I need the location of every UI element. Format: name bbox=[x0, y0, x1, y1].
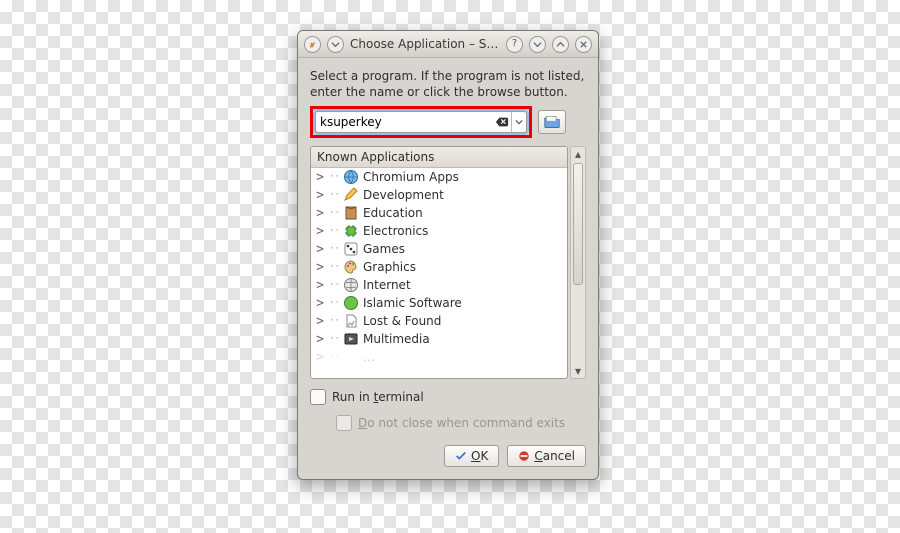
cancel-button[interactable]: Cancel bbox=[507, 445, 586, 467]
tree-item-label: Education bbox=[363, 206, 423, 220]
tree-item-label: Electronics bbox=[363, 224, 428, 238]
tree-item[interactable]: > ·· Education bbox=[311, 204, 567, 222]
clear-icon[interactable] bbox=[495, 115, 509, 129]
indent-marker: ·· bbox=[329, 172, 339, 182]
indent-marker: ·· bbox=[329, 226, 339, 236]
expander-icon[interactable]: > bbox=[315, 242, 325, 257]
expander-icon[interactable]: > bbox=[315, 296, 325, 311]
category-icon bbox=[343, 205, 359, 221]
choose-application-dialog: Choose Application – S… ? Select a progr… bbox=[297, 30, 599, 480]
expander-icon[interactable]: > bbox=[315, 170, 325, 185]
category-icon bbox=[343, 331, 359, 347]
tree-item[interactable]: > ·· Internet bbox=[311, 276, 567, 294]
tree-item[interactable]: > ·· Chromium Apps bbox=[311, 168, 567, 186]
browse-button[interactable] bbox=[538, 110, 566, 134]
tree-item[interactable]: > ·· Games bbox=[311, 240, 567, 258]
run-in-terminal-checkbox[interactable] bbox=[310, 389, 326, 405]
tree-item-label: Multimedia bbox=[363, 332, 430, 346]
tree-item-label: Games bbox=[363, 242, 405, 256]
indent-marker: ·· bbox=[329, 298, 339, 308]
tree-item[interactable]: > ·· Graphics bbox=[311, 258, 567, 276]
input-highlight bbox=[310, 106, 532, 138]
indent-marker: ·· bbox=[329, 334, 339, 344]
category-icon bbox=[343, 187, 359, 203]
expander-icon[interactable]: > bbox=[315, 332, 325, 347]
tree-item[interactable]: > ·· Electronics bbox=[311, 222, 567, 240]
tree-item-label: Graphics bbox=[363, 260, 416, 274]
tree-item[interactable]: > ·· Lost & Found bbox=[311, 312, 567, 330]
program-input[interactable] bbox=[316, 115, 495, 129]
scrollbar[interactable]: ▴ ▾ bbox=[570, 146, 586, 379]
expander-icon[interactable]: > bbox=[315, 278, 325, 293]
expander-icon[interactable]: > bbox=[315, 260, 325, 275]
tree-item-label: Internet bbox=[363, 278, 411, 292]
program-combobox[interactable] bbox=[315, 111, 527, 133]
tree-item-label: Chromium Apps bbox=[363, 170, 459, 184]
expander-icon[interactable]: > bbox=[315, 188, 325, 203]
category-icon bbox=[343, 277, 359, 293]
tree-item[interactable]: > ·· Development bbox=[311, 186, 567, 204]
indent-marker: ·· bbox=[329, 280, 339, 290]
indent-marker: ·· bbox=[329, 208, 339, 218]
do-not-close-checkbox bbox=[336, 415, 352, 431]
indent-marker: ·· bbox=[329, 316, 339, 326]
run-in-terminal-label: Run in terminal bbox=[332, 390, 424, 404]
expander-icon[interactable]: > bbox=[315, 224, 325, 239]
category-icon bbox=[343, 313, 359, 329]
tree-item[interactable]: > ·· Islamic Software bbox=[311, 294, 567, 312]
close-button[interactable] bbox=[575, 36, 592, 53]
dropdown-chevron-icon[interactable] bbox=[511, 112, 526, 132]
known-applications-tree[interactable]: Known Applications > ·· Chromium Apps > ·· De… bbox=[310, 146, 568, 379]
category-icon bbox=[343, 223, 359, 239]
expander-icon[interactable]: > bbox=[315, 314, 325, 329]
tree-item-label: Lost & Found bbox=[363, 314, 441, 328]
window-title: Choose Application – S… bbox=[350, 37, 500, 51]
scroll-thumb[interactable] bbox=[573, 163, 583, 285]
category-icon bbox=[343, 259, 359, 275]
category-icon bbox=[343, 241, 359, 257]
menu-icon[interactable] bbox=[327, 36, 344, 53]
tree-item-label: Development bbox=[363, 188, 444, 202]
tree-header: Known Applications bbox=[311, 147, 567, 168]
expander-icon[interactable]: > bbox=[315, 206, 325, 221]
titlebar: Choose Application – S… ? bbox=[298, 31, 598, 58]
scroll-down-icon[interactable]: ▾ bbox=[571, 364, 585, 378]
indent-marker: ·· bbox=[329, 262, 339, 272]
scroll-up-icon[interactable]: ▴ bbox=[571, 147, 585, 161]
category-icon bbox=[343, 295, 359, 311]
minimize-button[interactable] bbox=[529, 36, 546, 53]
tree-item-label: Islamic Software bbox=[363, 296, 462, 310]
ok-button[interactable]: OK bbox=[444, 445, 499, 467]
help-button[interactable]: ? bbox=[506, 36, 523, 53]
app-icon bbox=[304, 36, 321, 53]
maximize-button[interactable] bbox=[552, 36, 569, 53]
instructions-text: Select a program. If the program is not … bbox=[310, 68, 586, 100]
category-icon bbox=[343, 169, 359, 185]
indent-marker: ·· bbox=[329, 244, 339, 254]
indent-marker: ·· bbox=[329, 190, 339, 200]
do-not-close-label: Do not close when command exits bbox=[358, 416, 565, 430]
tree-item[interactable]: > ·· Multimedia bbox=[311, 330, 567, 348]
